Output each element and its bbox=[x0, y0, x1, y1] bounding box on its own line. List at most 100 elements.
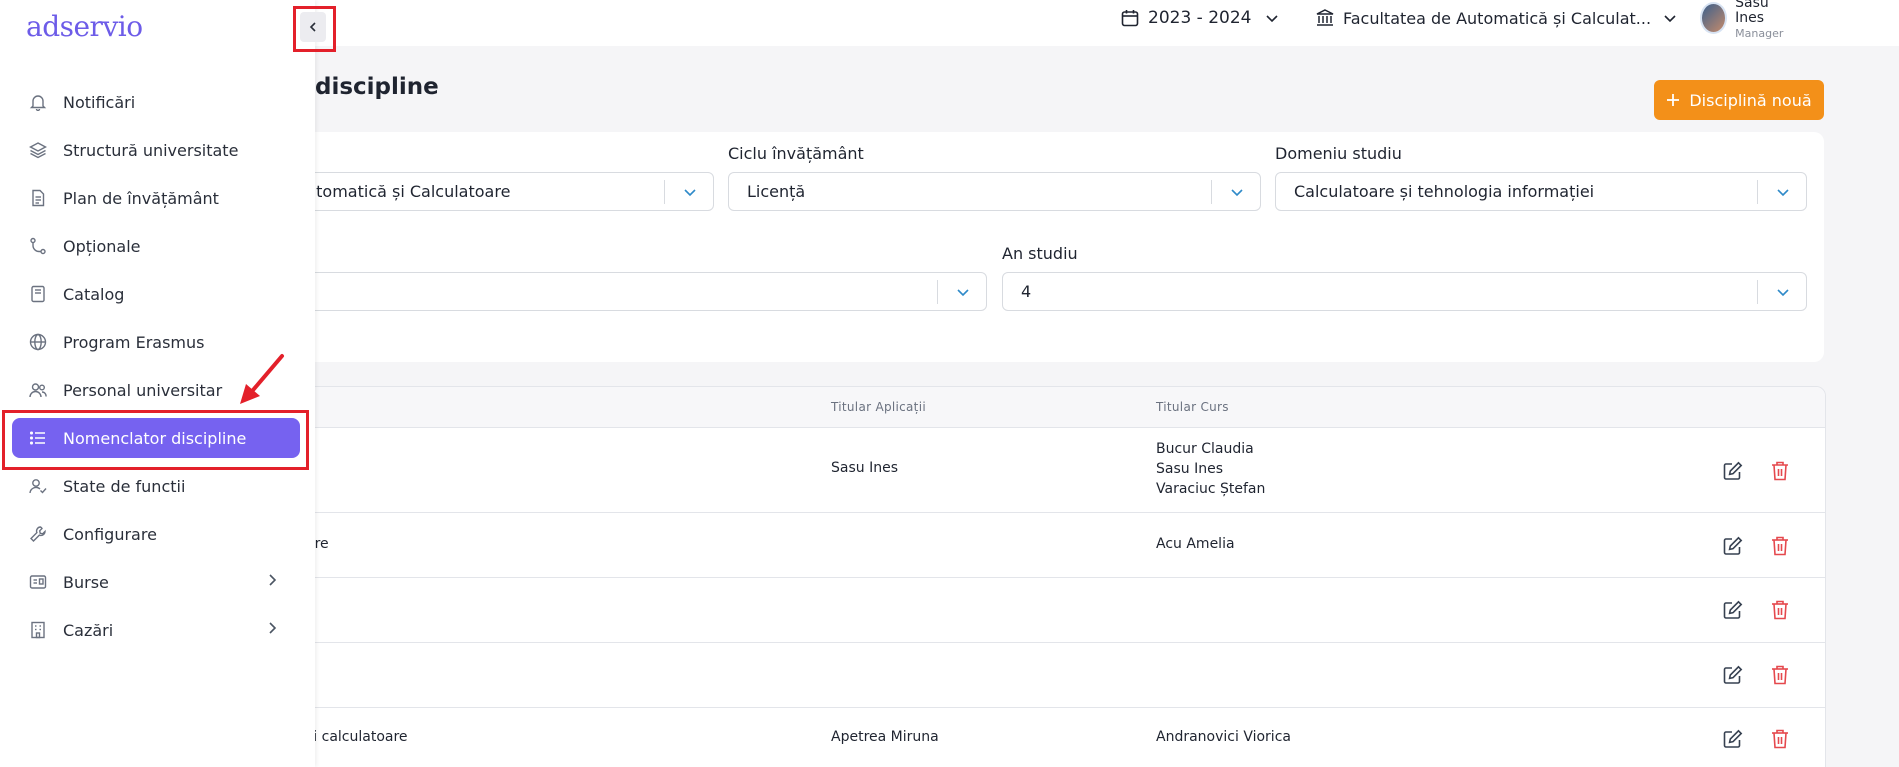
trash-icon[interactable] bbox=[1770, 599, 1790, 621]
user-role: Manager bbox=[1735, 26, 1784, 40]
sidebar-item-label: Nomenclator discipline bbox=[63, 428, 247, 448]
course-holder-cell: Bucur Claudia Sasu Ines Varaciuc Ștefan bbox=[1156, 439, 1265, 499]
institution-icon bbox=[1316, 9, 1334, 26]
chevron-left-icon bbox=[309, 22, 316, 32]
sidebar-item-optionale[interactable]: Opționale bbox=[12, 226, 300, 266]
column-header-app-holder: Titular Aplicații bbox=[831, 400, 926, 414]
table-row: Sasu Ines Bucur Claudia Sasu Ines Varaci… bbox=[315, 428, 1825, 513]
main-content: discipline Disciplină nouă utomatică și … bbox=[315, 46, 1899, 767]
logo: adservio bbox=[26, 10, 143, 43]
user-menu[interactable]: Sasu Ines Manager bbox=[1700, 0, 1899, 40]
course-holder-cell: Andranovici Viorica bbox=[1156, 729, 1291, 745]
document-icon bbox=[28, 188, 48, 208]
discipline-name-cell: are bbox=[315, 536, 329, 552]
trash-icon[interactable] bbox=[1770, 728, 1790, 750]
course-holder-name: Sasu Ines bbox=[1156, 461, 1223, 477]
table-row: si calculatoare Apetrea Miruna Andranovi… bbox=[315, 708, 1825, 767]
sidebar-item-label: Notificări bbox=[63, 92, 136, 112]
cycle-filter-value: Licență bbox=[747, 182, 806, 201]
sidebar-item-label: Opționale bbox=[63, 236, 141, 256]
chevron-down-icon bbox=[957, 289, 969, 297]
faculty-filter-select[interactable]: utomatică și Calculatoare bbox=[315, 172, 714, 211]
faculty-select[interactable]: Facultatea de Automatică și Calculat... bbox=[1315, 0, 1677, 36]
sidebar-item-label: Catalog bbox=[63, 284, 125, 304]
sidebar-item-label: Personal universitar bbox=[63, 380, 223, 400]
chevron-down-icon bbox=[684, 189, 696, 197]
sidebar-item-label: Structură universitate bbox=[63, 140, 239, 160]
edit-icon[interactable] bbox=[1722, 460, 1744, 482]
academic-year-select[interactable]: 2023 - 2024 bbox=[1120, 0, 1279, 36]
sidebar-item-nomenclator[interactable]: Nomenclator discipline bbox=[12, 418, 300, 458]
chevron-down-icon bbox=[1777, 289, 1789, 297]
edit-icon[interactable] bbox=[1722, 728, 1744, 750]
app-holder-cell: Apetrea Miruna bbox=[831, 729, 939, 745]
sidebar-item-configurare[interactable]: Configurare bbox=[12, 514, 300, 554]
branch-icon bbox=[28, 236, 48, 256]
users-icon bbox=[28, 380, 48, 400]
faculty-filter-value: utomatică și Calculatoare bbox=[315, 182, 511, 201]
course-holder-cell: Acu Amelia bbox=[1156, 536, 1235, 552]
academic-year-label: 2023 - 2024 bbox=[1148, 8, 1252, 28]
sidebar-item-label: Plan de învățământ bbox=[63, 188, 219, 208]
chevron-down-icon bbox=[1231, 189, 1243, 197]
chevron-down-icon bbox=[1664, 15, 1676, 23]
sidebar-item-label: State de functii bbox=[63, 476, 186, 496]
cycle-filter-label: Ciclu învățământ bbox=[728, 144, 864, 163]
study-year-filter-select[interactable]: 4 bbox=[1002, 272, 1807, 311]
calendar-icon bbox=[1121, 10, 1139, 27]
plus-icon bbox=[1667, 94, 1680, 106]
study-year-filter-value: 4 bbox=[1021, 282, 1032, 301]
sidebar-item-label: Burse bbox=[63, 572, 109, 592]
column-header-course-holder: Titular Curs bbox=[1156, 400, 1229, 414]
annotation-arrow-icon bbox=[240, 354, 284, 404]
filter-panel: utomatică și Calculatoare Ciclu învățămâ… bbox=[315, 132, 1824, 362]
sidebar-item-plan[interactable]: Plan de învățământ bbox=[12, 178, 300, 218]
table-header: Titular Aplicații Titular Curs bbox=[315, 387, 1825, 428]
trash-icon[interactable] bbox=[1770, 460, 1790, 482]
chevron-right-icon bbox=[269, 622, 277, 634]
table-row: 1 bbox=[315, 643, 1825, 708]
page-title: discipline bbox=[315, 74, 439, 100]
faculty-label: Facultatea de Automatică și Calculat... bbox=[1343, 8, 1652, 28]
specialization-filter-select[interactable] bbox=[315, 272, 987, 311]
sidebar-item-burse[interactable]: Burse bbox=[12, 562, 300, 602]
domain-filter-value: Calculatoare și tehnologia informației bbox=[1294, 182, 1595, 201]
edit-icon[interactable] bbox=[1722, 664, 1744, 686]
new-discipline-button[interactable]: Disciplină nouă bbox=[1654, 80, 1824, 120]
list-icon bbox=[28, 428, 48, 448]
collapse-sidebar-button[interactable] bbox=[300, 12, 326, 42]
scholarship-icon bbox=[28, 572, 48, 592]
sidebar-item-structura[interactable]: Structură universitate bbox=[12, 130, 300, 170]
trash-icon[interactable] bbox=[1770, 664, 1790, 686]
new-discipline-label: Disciplină nouă bbox=[1689, 90, 1812, 110]
domain-filter-select[interactable]: Calculatoare și tehnologia informației bbox=[1275, 172, 1807, 211]
globe-icon bbox=[28, 332, 48, 352]
avatar bbox=[1700, 2, 1728, 34]
edit-icon[interactable] bbox=[1722, 599, 1744, 621]
discipline-name-cell: si calculatoare bbox=[315, 729, 408, 745]
study-year-filter-label: An studiu bbox=[1002, 244, 1078, 263]
sidebar-item-label: Cazări bbox=[63, 620, 114, 640]
course-holder-name: Varaciuc Ștefan bbox=[1156, 481, 1266, 497]
table-row bbox=[315, 578, 1825, 643]
sidebar-item-state-functii[interactable]: State de functii bbox=[12, 466, 300, 506]
wrench-icon bbox=[28, 524, 48, 544]
bell-icon bbox=[28, 92, 48, 112]
sidebar-item-label: Configurare bbox=[63, 524, 157, 544]
sidebar-item-label: Program Erasmus bbox=[63, 332, 205, 352]
sidebar-item-catalog[interactable]: Catalog bbox=[12, 274, 300, 314]
table-row: are Acu Amelia bbox=[315, 513, 1825, 578]
trash-icon[interactable] bbox=[1770, 535, 1790, 557]
sidebar-item-cazari[interactable]: Cazări bbox=[12, 610, 300, 650]
edit-icon[interactable] bbox=[1722, 535, 1744, 557]
disciplines-table: Titular Aplicații Titular Curs Sasu Ines… bbox=[315, 386, 1826, 767]
user-check-icon bbox=[28, 476, 48, 496]
building-icon bbox=[28, 620, 48, 640]
chevron-down-icon bbox=[1777, 189, 1789, 197]
user-name: Sasu Ines bbox=[1735, 0, 1769, 26]
book-icon bbox=[28, 284, 48, 304]
layers-icon bbox=[28, 140, 48, 160]
chevron-right-icon bbox=[269, 574, 277, 586]
sidebar-item-notificari[interactable]: Notificări bbox=[12, 82, 300, 122]
cycle-filter-select[interactable]: Licență bbox=[728, 172, 1261, 211]
